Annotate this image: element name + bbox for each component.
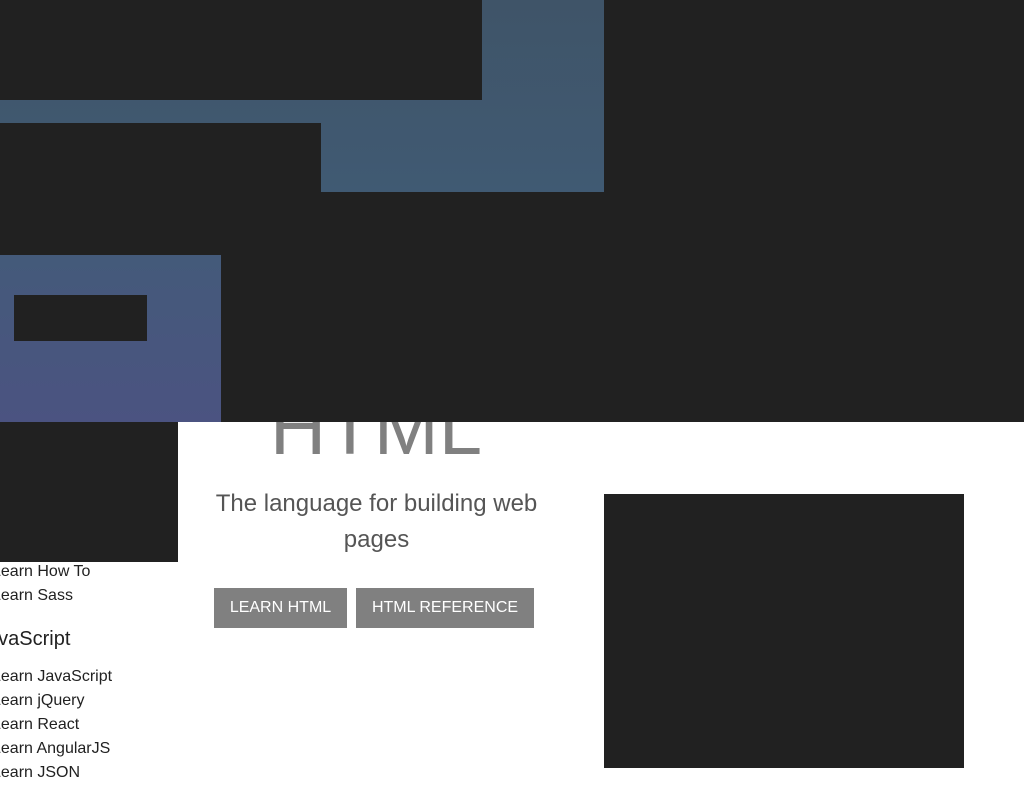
sidebar-link-how-to[interactable]: Learn How To [0, 560, 90, 584]
html-reference-button[interactable]: HTML REFERENCE [356, 588, 534, 628]
sidebar-link-javascript[interactable]: Learn JavaScript [0, 665, 112, 689]
sidebar-link-react[interactable]: Learn React [0, 713, 79, 737]
sidebar-link-jquery[interactable]: Learn jQuery [0, 689, 85, 713]
hero-subtitle: The language for building web pages [215, 490, 538, 553]
learn-html-button[interactable]: LEARN HTML [214, 588, 347, 628]
sidebar-dark-block [0, 422, 178, 562]
sidebar-heading-javascript: JavaScript [0, 628, 71, 650]
sidebar-link-sass[interactable]: Learn Sass [0, 584, 73, 608]
sidebar-link-angularjs[interactable]: Learn AngularJS [0, 737, 110, 761]
dark-overlay-block [0, 123, 321, 255]
sidebar-link-json[interactable]: Learn JSON [0, 761, 80, 785]
right-dark-panel [604, 494, 964, 768]
dark-inner-block [14, 295, 147, 341]
dark-overlay-block [0, 0, 482, 100]
